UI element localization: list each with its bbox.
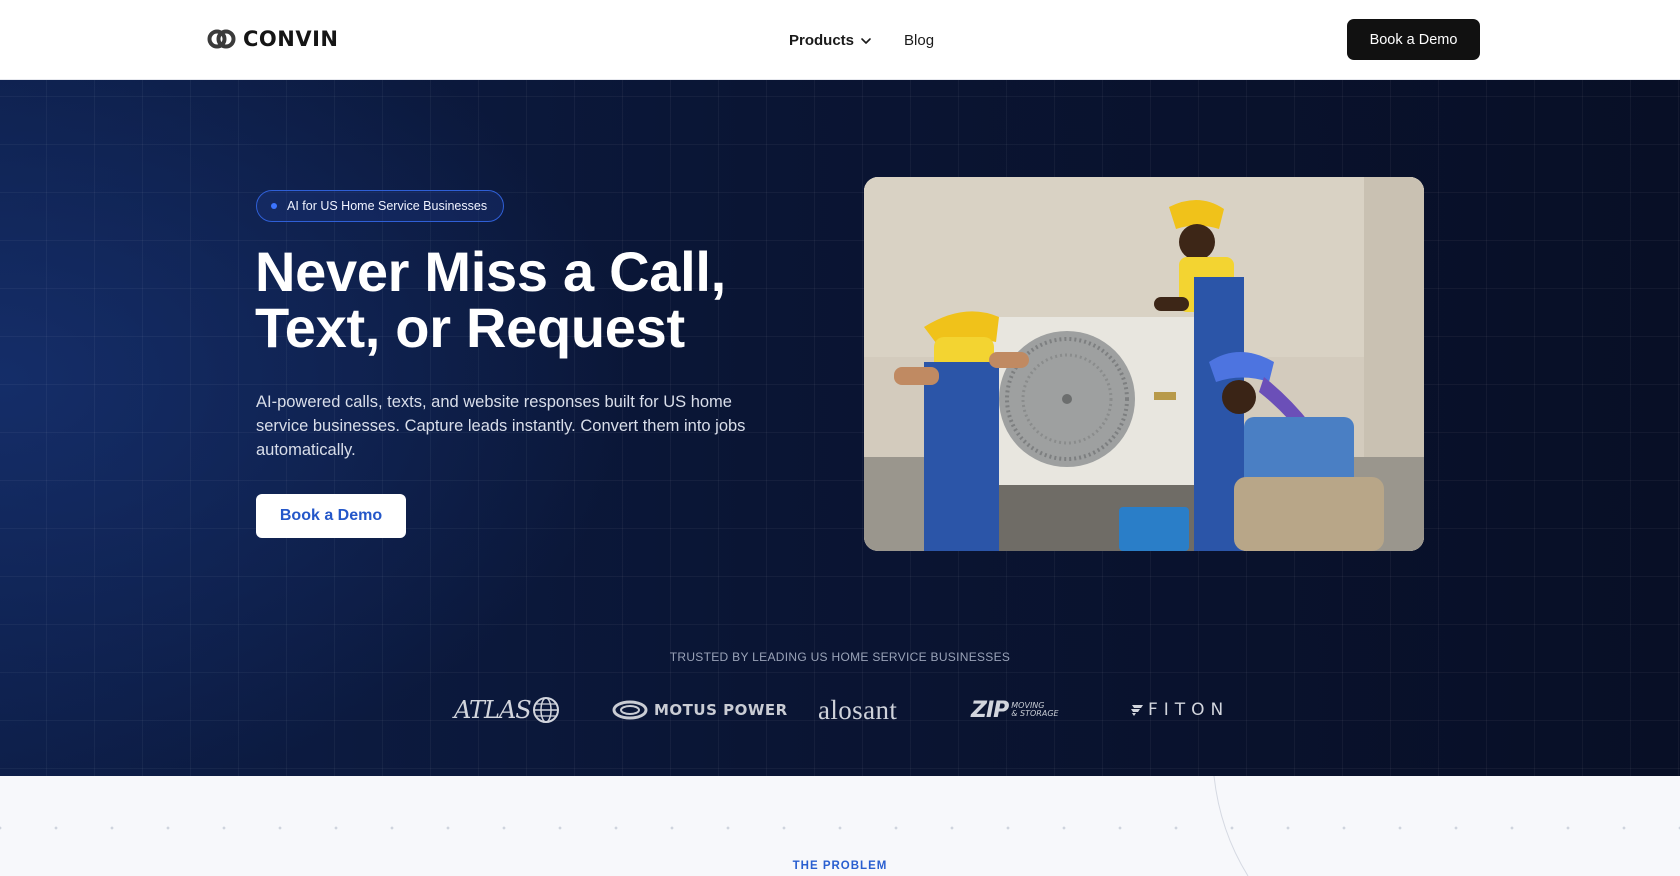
zip-text: ZIP	[971, 697, 1009, 723]
fiton-text: FITON	[1148, 700, 1230, 720]
hero-section: AI for US Home Service Businesses Never …	[0, 80, 1680, 776]
hvac-technicians-photo	[864, 177, 1424, 551]
problem-section: THE PROBLEM	[0, 776, 1680, 876]
header-book-demo-button[interactable]: Book a Demo	[1347, 19, 1480, 60]
atlas-logo-text: ATLAS	[454, 696, 532, 724]
atlas-logo: ATLAS	[454, 690, 560, 730]
trusted-logos: ATLAS MOTUS POWER alosant ZIP MOVING & S…	[0, 690, 1680, 730]
hero-grid-background	[0, 80, 1680, 776]
hero-book-demo-button[interactable]: Book a Demo	[256, 494, 406, 538]
alosant-logo: alosant	[818, 690, 897, 730]
trusted-by-label: TRUSTED BY LEADING US HOME SERVICE BUSIN…	[669, 650, 1011, 664]
site-header: CONVIN Products Blog Book a Demo	[0, 0, 1680, 80]
alosant-text: alosant	[818, 694, 898, 725]
nav-products-label: Products	[789, 31, 855, 49]
convin-logo[interactable]: CONVIN	[207, 26, 338, 52]
main-nav: Products Blog	[789, 28, 934, 52]
logo-text: CONVIN	[243, 27, 339, 51]
nav-blog[interactable]: Blog	[904, 28, 934, 52]
fiton-mark-icon	[1131, 705, 1143, 716]
hero-headline: Never Miss a Call, Text, or Request	[255, 244, 815, 356]
nav-products[interactable]: Products	[789, 28, 872, 52]
headline-line-1: Never Miss a Call,	[255, 240, 726, 303]
motus-power-text: MOTUS POWER	[654, 701, 788, 719]
chevron-down-icon	[860, 34, 872, 46]
logo-mark-icon	[207, 29, 237, 49]
zip-sub-storage: & STORAGE	[1011, 709, 1059, 718]
problem-label: THE PROBLEM	[792, 860, 888, 872]
fiton-logo: FITON	[1130, 690, 1229, 730]
badge-text: AI for US Home Service Businesses	[287, 199, 488, 213]
nav-blog-label: Blog	[904, 31, 935, 49]
motus-power-logo: MOTUS POWER	[612, 690, 788, 730]
motus-swoosh-icon	[612, 700, 648, 720]
globe-icon	[532, 697, 559, 723]
hero-badge: AI for US Home Service Businesses	[256, 190, 504, 222]
dotted-pattern	[0, 826, 1680, 830]
hero-subtext: AI-powered calls, texts, and website res…	[256, 393, 746, 459]
badge-dot-icon	[271, 203, 277, 209]
zip-moving-logo: ZIP MOVING & STORAGE	[971, 690, 1059, 730]
headline-line-2: Text, or Request	[255, 296, 685, 359]
zip-subtitle: MOVING & STORAGE	[1008, 702, 1058, 718]
